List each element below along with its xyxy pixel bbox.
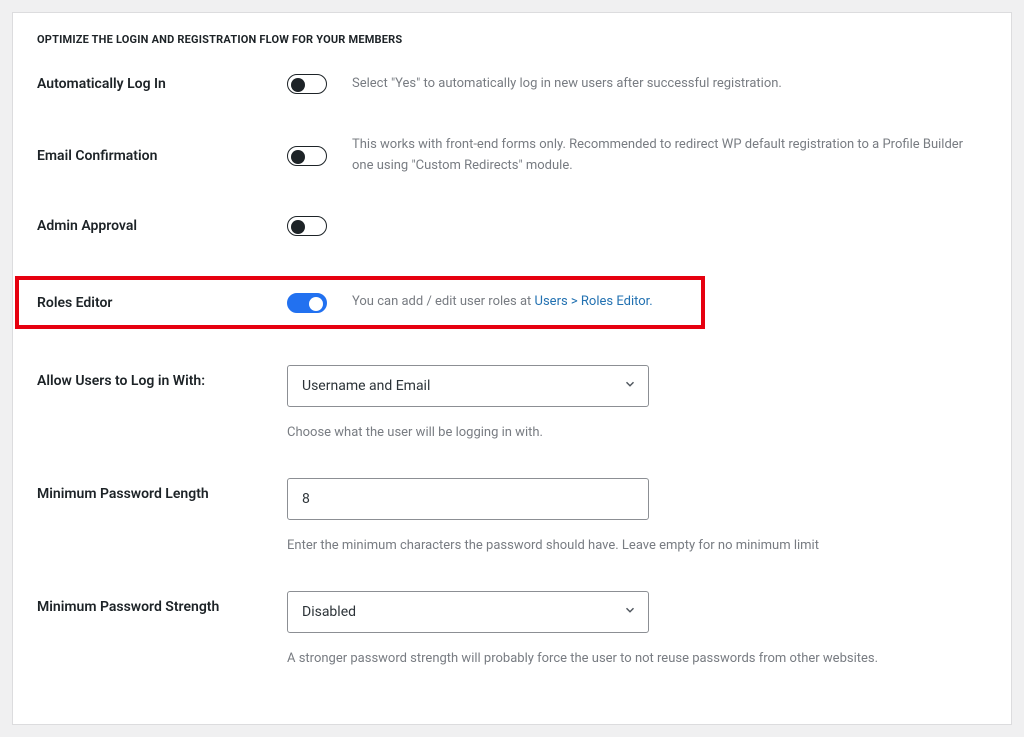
desc-email-confirmation: This works with front-end forms only. Re… — [352, 135, 987, 177]
helper-min-pw-length: Enter the minimum characters the passwor… — [287, 536, 987, 557]
toggle-roles-editor[interactable] — [287, 293, 327, 313]
row-email-confirmation: Email Confirmation This works with front… — [37, 135, 987, 177]
helper-min-pw-strength: A stronger password strength will probab… — [287, 649, 987, 670]
row-admin-approval: Admin Approval — [37, 216, 987, 236]
input-min-pw-length[interactable] — [287, 478, 649, 520]
toggle-admin-approval[interactable] — [287, 216, 327, 236]
toggle-knob — [309, 297, 323, 311]
toggle-email-confirmation[interactable] — [287, 146, 327, 166]
label-roles-editor: Roles Editor — [37, 295, 287, 311]
label-admin-approval: Admin Approval — [37, 218, 287, 234]
link-roles-editor[interactable]: Users > Roles Editor. — [535, 294, 653, 309]
row-roles-editor: Roles Editor You can add / edit user rol… — [15, 276, 705, 329]
select-min-pw-strength[interactable] — [287, 591, 649, 633]
toggle-knob — [291, 150, 305, 164]
helper-login-with: Choose what the user will be logging in … — [287, 423, 987, 444]
desc-roles-editor-prefix: You can add / edit user roles at — [352, 294, 535, 309]
label-min-pw-length: Minimum Password Length — [37, 478, 287, 502]
desc-roles-editor: You can add / edit user roles at Users >… — [352, 292, 701, 313]
toggle-knob — [291, 220, 305, 234]
row-min-pw-strength: Minimum Password Strength A stronger pas… — [37, 591, 987, 670]
select-login-with[interactable] — [287, 365, 649, 407]
row-login-with: Allow Users to Log in With: Choose what … — [37, 365, 987, 444]
label-min-pw-strength: Minimum Password Strength — [37, 591, 287, 615]
row-min-pw-length: Minimum Password Length Enter the minimu… — [37, 478, 987, 557]
toggle-auto-login[interactable] — [287, 74, 327, 94]
label-email-confirmation: Email Confirmation — [37, 148, 287, 164]
label-auto-login: Automatically Log In — [37, 76, 287, 92]
section-header: OPTIMIZE THE LOGIN AND REGISTRATION FLOW… — [37, 33, 987, 46]
settings-panel: OPTIMIZE THE LOGIN AND REGISTRATION FLOW… — [12, 12, 1012, 725]
toggle-knob — [291, 78, 305, 92]
label-login-with: Allow Users to Log in With: — [37, 365, 287, 389]
desc-auto-login: Select "Yes" to automatically log in new… — [352, 74, 987, 95]
row-auto-login: Automatically Log In Select "Yes" to aut… — [37, 74, 987, 95]
